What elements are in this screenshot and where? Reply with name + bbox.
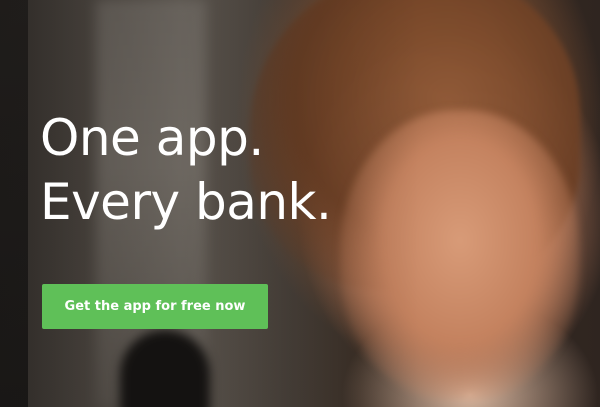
hero-banner: One app. Every bank. Get the app for fre… (0, 0, 600, 407)
hero-headline: One app. Every bank. (40, 106, 332, 234)
get-app-button[interactable]: Get the app for free now (42, 284, 268, 329)
headline-line-1: One app. (40, 109, 264, 167)
headline-line-2: Every bank. (40, 173, 332, 231)
